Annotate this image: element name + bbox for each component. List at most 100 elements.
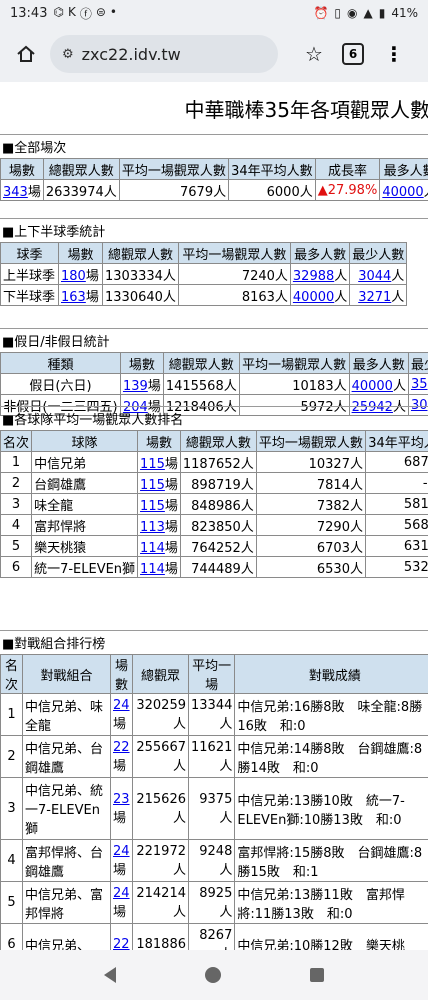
col-header: 34年平均人數	[228, 158, 316, 180]
table-row: 2 中信兄弟、台鋼雄鷹 22 場 255667人 11621人 中信兄弟:14勝8…	[0, 735, 428, 778]
games-link[interactable]: 24	[113, 844, 130, 859]
recents-icon[interactable]	[309, 968, 324, 982]
all-table: 場數 總觀眾人數 平均一場觀眾人數 34年平均人數 成長率 最多人數 343場 …	[0, 158, 428, 201]
app-icon: ⊜	[95, 4, 106, 19]
avg-cell: 7679人	[118, 179, 230, 201]
max-link[interactable]: 40000	[352, 379, 393, 394]
col-header: 最多人數	[348, 352, 409, 374]
battery-percent: 41%	[391, 6, 418, 20]
growth-cell: ▲27.98%	[314, 179, 381, 201]
games-link[interactable]: 114	[140, 562, 165, 577]
games-link[interactable]: 114	[140, 541, 165, 556]
col-header: 對戰成績	[234, 654, 428, 694]
section-halves: ■上下半球季統計 球季 場數 總觀眾人數 平均一場觀眾人數 最多人數 最少人數 …	[0, 218, 428, 306]
col-header: 總觀眾	[132, 654, 189, 694]
wifi-icon: ◉	[347, 6, 358, 20]
section-teams: ■各球隊平均一場觀眾人數排名 名次 球隊 場數 總觀眾人數 平均一場觀眾人數 3…	[0, 406, 428, 578]
section-title: ■全部場次	[0, 134, 428, 158]
table-row: 6 統一7-ELEVEn獅 114場 744489人 6530人 5324	[0, 556, 428, 578]
tab-switcher-button[interactable]: 6	[342, 43, 364, 65]
table-row: 1 中信兄弟、味全龍 24 場 320259人 13344人 中信兄弟:16勝8敗…	[0, 693, 428, 736]
page-title: 中華職棒35年各項觀眾人數	[184, 98, 428, 122]
table-row: 6 中信兄弟、 22 181886 8267人 中信兄弟:10勝12敗 樂天桃	[0, 923, 428, 950]
signal-icon: ▲	[363, 6, 373, 20]
section-title: ■假日/非假日統計	[0, 328, 428, 352]
dot-icon: •	[109, 4, 117, 19]
table-row: 3 味全龍 115場 848986人 7382人 5815	[0, 493, 428, 515]
site-settings-icon[interactable]: ⚙	[62, 47, 74, 62]
table-row: 下半球季 163場 1330640人 8163人 40000人 3271人	[0, 284, 408, 306]
games-link[interactable]: 115	[140, 457, 165, 472]
system-icons: ⏰ ▯ ◉ ▲ ▮ 41%	[313, 6, 418, 20]
games-link[interactable]: 22	[113, 937, 130, 950]
min-link[interactable]: 3271	[358, 290, 391, 305]
col-header: 總觀眾人數	[162, 352, 240, 374]
col-header: 名次	[0, 654, 23, 694]
games-link[interactable]: 115	[140, 478, 165, 493]
col-header: 平均一場觀眾人數	[255, 430, 366, 452]
teams-table: 名次 球隊 場數 總觀眾人數 平均一場觀眾人數 34年平均人 1 中信兄弟 11…	[0, 430, 428, 578]
col-header: 球隊	[31, 430, 139, 452]
browser-menu-icon[interactable]: ⋮	[384, 42, 404, 66]
status-bar: 13:43 ⌬ K ⓕ ⊜ • ⏰ ▯ ◉ ▲ ▮ 41%	[0, 0, 428, 26]
games-link[interactable]: 180	[61, 269, 86, 284]
col-header: 總觀眾人數	[179, 430, 257, 452]
games-link[interactable]: 115	[140, 499, 165, 514]
col-header: 平均一場觀眾人數	[238, 352, 350, 374]
section-all: ■全部場次 場數 總觀眾人數 平均一場觀眾人數 34年平均人數 成長率 最多人數…	[0, 134, 428, 201]
games-link[interactable]: 24	[113, 698, 130, 713]
min-link[interactable]: 35	[411, 377, 428, 392]
col-header: 場數	[137, 430, 181, 452]
max-link[interactable]: 32988	[293, 269, 334, 284]
url-text: zxc22.idv.tw	[81, 44, 181, 64]
col-header: 平均一場觀眾人數	[177, 242, 291, 264]
col-header: 名次	[0, 430, 33, 452]
address-bar[interactable]: ⚙ zxc22.idv.tw	[50, 35, 278, 73]
bookmark-star-icon[interactable]: ☆	[298, 42, 330, 66]
col-header: 34年平均人	[364, 430, 428, 452]
prev-avg-cell: 6000人	[228, 179, 316, 201]
col-header: 場數	[58, 242, 103, 264]
k-icon: K	[67, 4, 76, 19]
game-controller-icon: ⌬	[53, 4, 64, 19]
vibrate-icon: ▯	[334, 6, 341, 20]
table-row: 1 中信兄弟 115場 1187652人 10327人 6870	[0, 451, 428, 473]
home-icon	[17, 45, 35, 62]
col-header: 最多人數	[379, 158, 428, 180]
games-link[interactable]: 343	[3, 185, 28, 200]
games-link[interactable]: 163	[61, 290, 86, 305]
section-title: ■上下半球季統計	[0, 218, 428, 242]
col-header: 場數	[110, 654, 133, 694]
table-row: 5 樂天桃猿 114場 764252人 6703人 6310	[0, 535, 428, 557]
max-link[interactable]: 40000	[382, 185, 423, 200]
halves-table: 球季 場數 總觀眾人數 平均一場觀眾人數 最多人數 最少人數 上半球季 180場…	[0, 242, 408, 306]
col-header: 場數	[119, 352, 164, 374]
browser-toolbar: ⚙ zxc22.idv.tw ☆ 6 ⋮	[0, 26, 428, 82]
section-title: ■各球隊平均一場觀眾人數排名	[0, 406, 428, 430]
games-link[interactable]: 22	[113, 740, 130, 755]
max-link[interactable]: 40000	[293, 290, 334, 305]
page-content: 中華職棒35年各項觀眾人數 ■全部場次 場數 總觀眾人數 平均一場觀眾人數 34…	[0, 82, 428, 950]
table-row: 上半球季 180場 1303334人 7240人 32988人 3044人	[0, 263, 408, 285]
col-header: 平均一場觀眾人數	[118, 158, 230, 180]
table-row: 343場 2633974人 7679人 6000人 ▲27.98% 40000人	[0, 179, 428, 201]
col-header: 總觀眾人數	[102, 242, 179, 264]
section-title: ■對戰組合排行榜	[0, 630, 428, 654]
games-link[interactable]: 139	[123, 379, 148, 394]
back-icon[interactable]	[104, 967, 117, 983]
games-link[interactable]: 113	[140, 520, 165, 535]
col-header: 最少	[407, 352, 428, 374]
min-link[interactable]: 3044	[358, 269, 391, 284]
system-nav-bar	[0, 950, 428, 1000]
col-header: 最少人數	[349, 242, 408, 264]
home-circle-icon[interactable]	[204, 967, 221, 983]
col-header: 最多人數	[289, 242, 351, 264]
home-button[interactable]	[8, 36, 44, 72]
table-row: 3 中信兄弟、統一7-ELEVEn獅 23 場 215626人 9375人 中信兄…	[0, 777, 428, 840]
total-cell: 2633974人	[42, 179, 120, 201]
games-link[interactable]: 23	[113, 792, 130, 807]
alarm-icon: ⏰	[313, 6, 329, 20]
games-link[interactable]: 24	[113, 886, 130, 901]
matchups-table: 名次 對戰組合 場數 總觀眾 平均一場 對戰成績 1 中信兄弟、味全龍 24 場 …	[0, 654, 428, 950]
col-header: 種類	[0, 352, 121, 374]
